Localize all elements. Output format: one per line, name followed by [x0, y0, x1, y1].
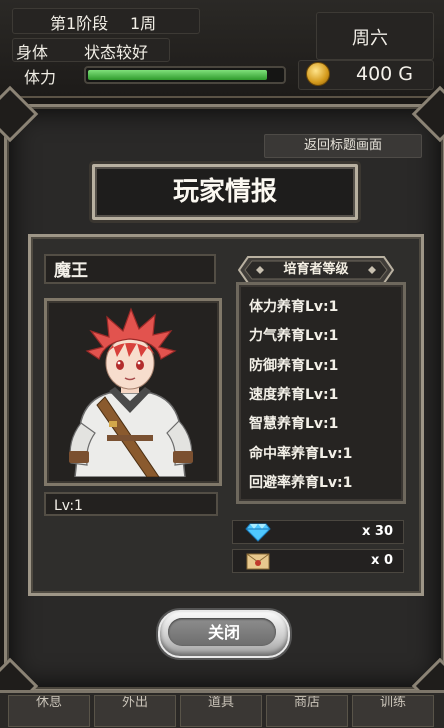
stamina-label: 体力 [24, 68, 57, 87]
bottom-nav: 休息 外出 道具 商店 训练 [0, 690, 444, 728]
close-button-label: 关闭 [207, 623, 240, 642]
letter-count-row: x 0 [232, 549, 404, 573]
player-level: Lv:1 [44, 492, 218, 516]
skill-evasion: 回避率养育Lv:1 [249, 475, 353, 491]
body-status: 状态较好 [84, 43, 149, 62]
skill-strength: 力气养育Lv:1 [249, 328, 339, 344]
close-button[interactable]: 关闭 [158, 610, 290, 658]
skill-stamina: 体力养育Lv:1 [249, 299, 339, 315]
back-to-title-button[interactable]: 返回标题画面 [264, 134, 422, 158]
skill-defense: 防御养育Lv:1 [249, 358, 339, 374]
character-portrait [44, 298, 222, 486]
letter-count: x 0 [371, 553, 393, 568]
player-name: 魔王 [44, 254, 216, 284]
page-title: 玩家情报 [92, 164, 358, 220]
skill-speed: 速度养育Lv:1 [249, 387, 339, 403]
gold-coin-icon [306, 62, 330, 86]
gem-count-row: x 30 [232, 520, 404, 544]
skill-wisdom: 智慧养育Lv:1 [249, 416, 339, 432]
gem-count: x 30 [361, 524, 393, 539]
gold-amount: 400 G [356, 63, 414, 85]
nav-tab-outing[interactable]: 外出 [94, 695, 176, 727]
skill-accuracy: 命中率养育Lv:1 [249, 446, 353, 462]
character-illustration [69, 307, 193, 478]
stamina-bar [84, 66, 286, 84]
stage-label: 第1阶段 [50, 14, 109, 33]
trainer-level-header: 培育者等级 [237, 256, 395, 284]
trainer-level-title: 培育者等级 [283, 262, 349, 277]
nav-tab-rest[interactable]: 休息 [8, 695, 90, 727]
nav-tab-shop[interactable]: 商店 [266, 695, 348, 727]
week-label: 1周 [130, 14, 157, 33]
letter-icon [246, 553, 270, 570]
body-label: 身体 [16, 43, 49, 62]
nav-tab-training[interactable]: 训练 [352, 695, 434, 727]
day-label: 周六 [352, 28, 388, 49]
stamina-bar-fill [88, 70, 267, 80]
diamond-icon [245, 523, 271, 542]
nav-tab-items[interactable]: 道具 [180, 695, 262, 727]
trainer-skill-list: 体力养育Lv:1 力气养育Lv:1 防御养育Lv:1 速度养育Lv:1 智慧养育… [236, 282, 406, 504]
